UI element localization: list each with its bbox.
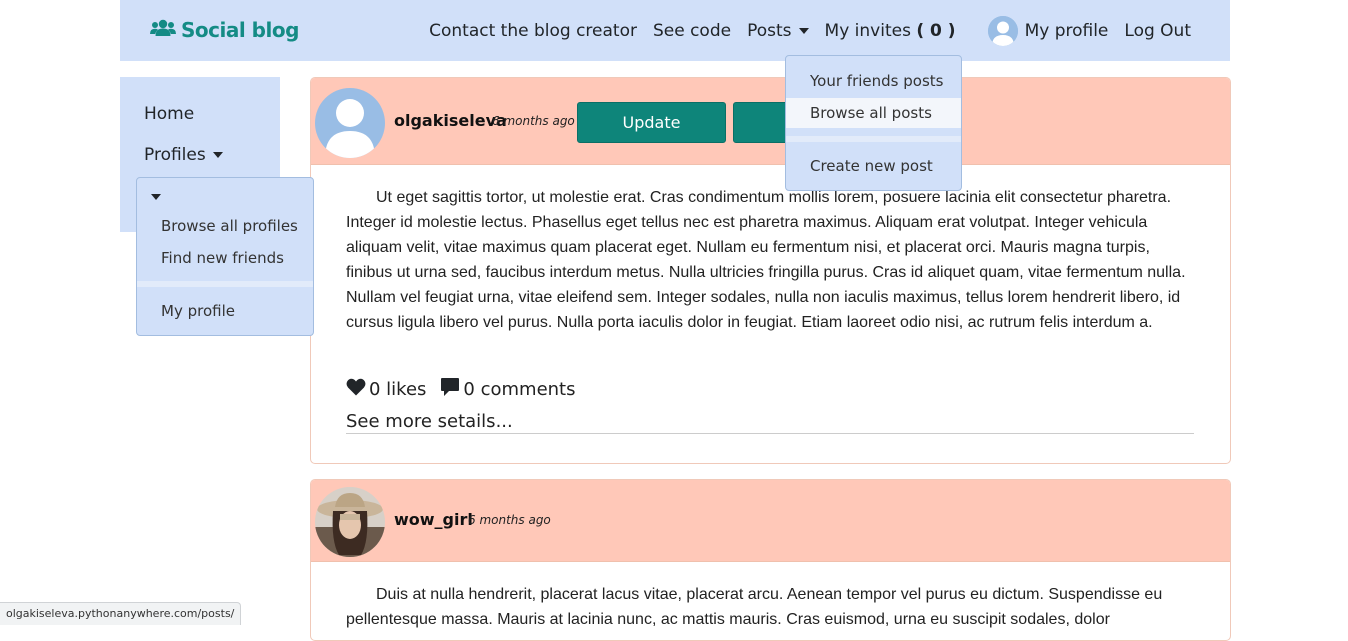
comment-icon <box>440 377 463 402</box>
likes-button[interactable]: 0 likes <box>346 378 426 401</box>
post-header: olgakiseleva 6 months ago Update <box>311 78 1230 165</box>
menu-item-browse-profiles[interactable]: Browse all profiles <box>137 211 313 241</box>
sidebar-item-home[interactable]: Home <box>144 104 194 124</box>
browser-status-url: olgakiseleva.pythonanywhere.com/posts/ <box>0 602 242 625</box>
caret-down-icon <box>212 152 223 158</box>
menu-item-create-post[interactable]: Create new post <box>786 151 961 181</box>
post-stats: 0 likes 0 comments <box>346 377 590 402</box>
caret-down-icon[interactable] <box>151 194 161 200</box>
post-author[interactable]: olgakiseleva <box>394 111 507 130</box>
post-card: olgakiseleva 6 months ago Update Ut eget… <box>310 77 1231 464</box>
nav-invites-link[interactable]: My invites ( 0 ) <box>825 21 956 41</box>
post-time: 6 months ago <box>468 513 551 527</box>
profiles-dropdown-menu: Browse all profiles Find new friends My … <box>136 177 314 336</box>
heart-icon <box>346 378 369 401</box>
menu-item-my-profile[interactable]: My profile <box>137 296 313 326</box>
post-time: 6 months ago <box>492 114 575 128</box>
menu-item-find-friends[interactable]: Find new friends <box>137 243 313 273</box>
comments-count: 0 comments <box>463 379 576 400</box>
user-photo-avatar[interactable] <box>315 487 385 557</box>
sidebar-item-profiles[interactable]: Profiles <box>144 145 223 165</box>
likes-count: 0 likes <box>369 379 427 400</box>
nav-profile-link[interactable]: My profile <box>987 16 1109 46</box>
brand-title: Social blog <box>181 18 299 42</box>
nav-code-link[interactable]: See code <box>653 21 731 41</box>
menu-item-browse-posts[interactable]: Browse all posts <box>786 98 961 128</box>
brand-link[interactable]: Social blog <box>150 18 299 42</box>
user-silhouette-icon <box>987 16 1018 46</box>
sidebar-profiles-label: Profiles <box>144 145 206 165</box>
nav-logout-link[interactable]: Log Out <box>1124 21 1191 41</box>
nav-links: Contact the blog creator See code Posts … <box>413 16 1191 46</box>
menu-divider <box>137 281 313 287</box>
invites-count: ( 0 ) <box>916 21 956 41</box>
nav-posts-label: Posts <box>747 21 792 41</box>
post-card: wow_girl 6 months ago Duis at nulla hend… <box>310 479 1231 641</box>
nav-contact-link[interactable]: Contact the blog creator <box>429 21 637 41</box>
post-header: wow_girl 6 months ago <box>311 480 1230 562</box>
post-body: Ut eget sagittis tortor, ut molestie era… <box>346 189 1186 331</box>
post-body: Duis at nulla hendrerit, placerat lacus … <box>346 586 1163 628</box>
posts-dropdown-menu: Your friends posts Browse all posts Crea… <box>785 55 962 191</box>
users-icon <box>150 18 181 42</box>
see-more-link[interactable]: See more setails... <box>346 411 1194 434</box>
user-silhouette-icon[interactable] <box>315 88 385 158</box>
caret-down-icon <box>798 28 809 34</box>
top-navbar: Social blog Contact the blog creator See… <box>120 0 1230 61</box>
nav-invites-label: My invites <box>824 21 911 41</box>
update-button[interactable]: Update <box>577 102 726 143</box>
nav-posts-dropdown[interactable]: Posts <box>747 21 809 41</box>
post-author[interactable]: wow_girl <box>394 510 473 529</box>
comments-button[interactable]: 0 comments <box>440 377 576 402</box>
menu-divider <box>786 136 961 142</box>
menu-item-friends-posts[interactable]: Your friends posts <box>786 66 961 96</box>
nav-profile-label: My profile <box>1024 21 1109 41</box>
